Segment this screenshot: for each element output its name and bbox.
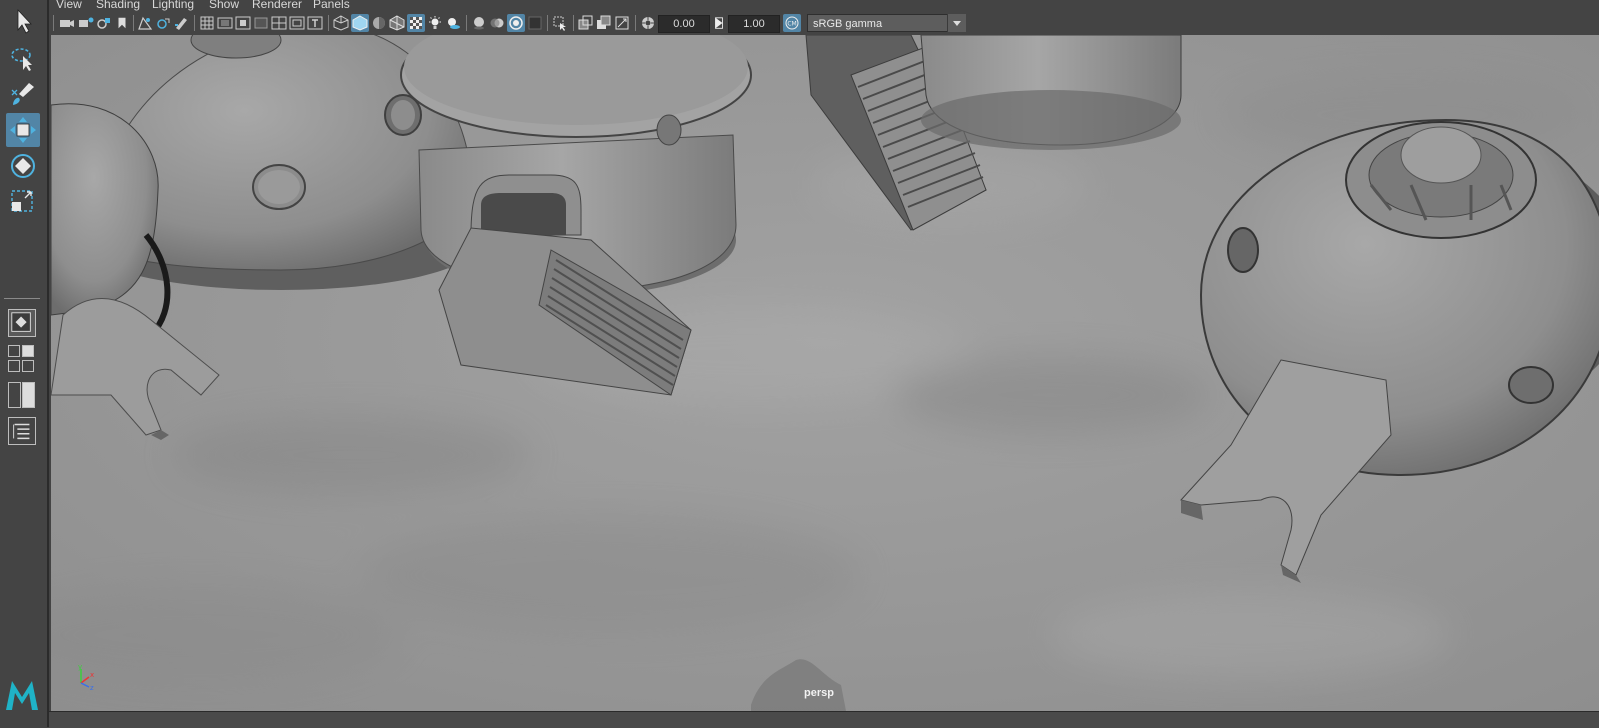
toolbar-divider bbox=[547, 15, 548, 31]
wireframe-on-shaded-icon[interactable] bbox=[389, 14, 405, 32]
depth-of-field-icon[interactable] bbox=[527, 14, 543, 32]
use-all-lights-icon[interactable] bbox=[427, 14, 443, 32]
side-by-side-persp-icon[interactable] bbox=[22, 382, 35, 408]
smooth-shade-icon[interactable] bbox=[351, 14, 369, 32]
backface-culling-icon[interactable] bbox=[614, 14, 630, 32]
menu-show[interactable]: Show bbox=[209, 0, 239, 10]
axis-gizmo: x y z bbox=[71, 663, 101, 693]
isolate-select-icon[interactable] bbox=[552, 14, 568, 32]
lasso-tool-icon[interactable] bbox=[6, 41, 40, 75]
gamma-icon[interactable] bbox=[712, 14, 726, 32]
2d-pan-zoom-icon[interactable] bbox=[155, 14, 171, 32]
camera-select-icon[interactable] bbox=[59, 14, 75, 32]
grease-pencil-icon[interactable] bbox=[173, 14, 189, 32]
textured-icon[interactable] bbox=[407, 14, 425, 32]
persp-pane-layout-icon[interactable] bbox=[22, 345, 34, 357]
xray-joints-icon[interactable] bbox=[596, 14, 612, 32]
four-pane-layout-icon[interactable] bbox=[8, 345, 20, 357]
screen-space-ao-icon[interactable] bbox=[471, 14, 487, 32]
axis-z-label: z bbox=[90, 684, 94, 692]
scene-render bbox=[51, 35, 1599, 711]
exposure-icon[interactable] bbox=[640, 14, 656, 32]
svg-text:CM: CM bbox=[787, 21, 796, 28]
resolution-gate-icon[interactable] bbox=[235, 14, 251, 32]
move-tool-icon[interactable] bbox=[6, 113, 40, 147]
side-by-side-layout-icon[interactable] bbox=[8, 382, 21, 408]
menu-lighting[interactable]: Lighting bbox=[152, 0, 194, 10]
camera-label: persp bbox=[804, 687, 834, 699]
toolbox bbox=[0, 0, 49, 727]
menu-view[interactable]: View bbox=[56, 0, 82, 10]
select-tool-icon[interactable] bbox=[6, 4, 40, 38]
color-management-icon[interactable]: CM bbox=[783, 14, 801, 32]
menu-renderer[interactable]: Renderer bbox=[252, 0, 302, 10]
outliner-layout-icon[interactable] bbox=[8, 417, 36, 445]
single-pane-layout-icon[interactable] bbox=[8, 309, 36, 337]
persp-viewport[interactable]: x y z persp bbox=[51, 35, 1599, 711]
safe-title-icon[interactable] bbox=[307, 14, 323, 32]
camera-attributes-icon[interactable] bbox=[78, 14, 94, 32]
image-plane-icon[interactable] bbox=[137, 14, 153, 32]
toolbar-divider bbox=[573, 15, 574, 31]
exposure-field[interactable]: 0.00 bbox=[658, 15, 710, 33]
film-gate-icon[interactable] bbox=[217, 14, 233, 32]
scale-tool-icon[interactable] bbox=[6, 185, 40, 219]
gamma-field[interactable]: 1.00 bbox=[728, 15, 780, 33]
view-transform-dropdown[interactable]: sRGB gamma bbox=[807, 14, 965, 32]
motion-blur-icon[interactable] bbox=[489, 14, 505, 32]
three-pane-layout-icon[interactable] bbox=[22, 360, 34, 372]
gate-mask-icon[interactable] bbox=[253, 14, 269, 32]
grid-icon[interactable] bbox=[199, 14, 215, 32]
toolbar-divider bbox=[53, 15, 54, 31]
wireframe-icon[interactable] bbox=[333, 14, 349, 32]
toolbar-divider bbox=[466, 15, 467, 31]
menu-panels[interactable]: Panels bbox=[313, 0, 350, 10]
axis-y-label: y bbox=[78, 663, 82, 671]
rotate-tool-icon[interactable] bbox=[6, 149, 40, 183]
bookmark-flag-icon[interactable] bbox=[115, 14, 129, 32]
viewport-bottom-border bbox=[49, 711, 1599, 728]
toolbar-divider bbox=[194, 15, 195, 31]
cylinder-building-top[interactable] bbox=[920, 35, 1182, 150]
maya-logo-icon bbox=[4, 677, 40, 713]
paint-select-tool-icon[interactable] bbox=[6, 77, 40, 111]
two-pane-layout-icon[interactable] bbox=[8, 360, 20, 372]
default-material-icon[interactable] bbox=[371, 14, 387, 32]
multisample-aa-icon[interactable] bbox=[507, 14, 525, 32]
safe-action-icon[interactable] bbox=[289, 14, 305, 32]
toolbar-divider bbox=[133, 15, 134, 31]
xray-icon[interactable] bbox=[578, 14, 594, 32]
panel-toolbar: 0.00 1.00 CM sRGB gamma bbox=[49, 11, 1599, 35]
panel-menubar: View Shading Lighting Show Renderer Pane… bbox=[49, 0, 1599, 11]
field-chart-icon[interactable] bbox=[271, 14, 287, 32]
menu-shading[interactable]: Shading bbox=[96, 0, 140, 10]
toolbar-divider bbox=[328, 15, 329, 31]
shadows-icon[interactable] bbox=[445, 14, 461, 32]
chevron-down-icon[interactable] bbox=[947, 14, 966, 32]
axis-x-label: x bbox=[90, 671, 94, 679]
toolbar-divider bbox=[635, 15, 636, 31]
toolbox-divider bbox=[4, 298, 40, 299]
bookmarks-icon[interactable] bbox=[96, 14, 112, 32]
